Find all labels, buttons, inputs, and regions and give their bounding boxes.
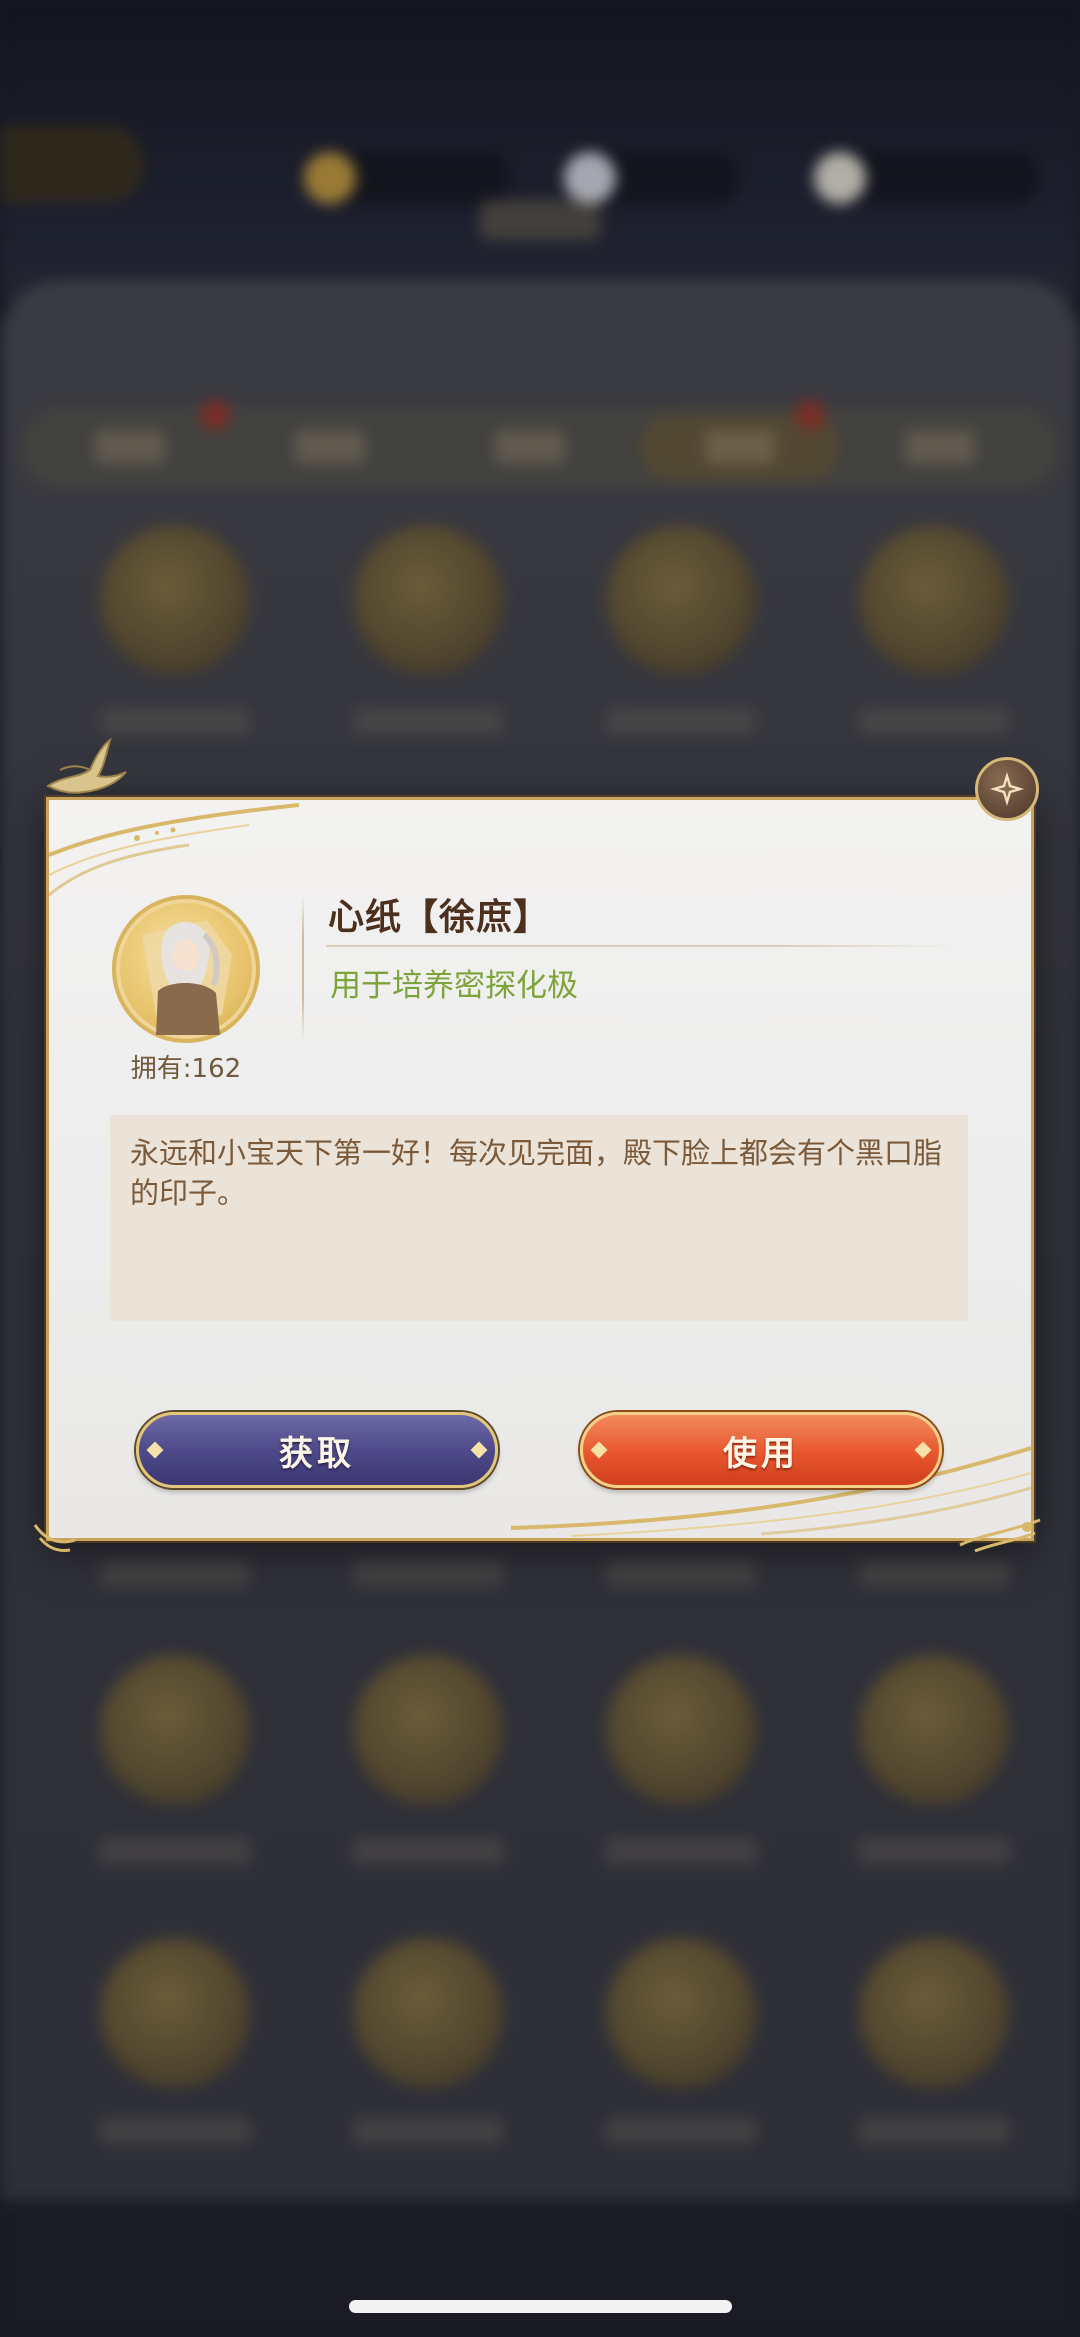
gem-icon xyxy=(470,1441,488,1459)
gem-icon xyxy=(914,1441,932,1459)
crane-icon xyxy=(46,737,127,794)
close-button[interactable] xyxy=(975,757,1039,821)
use-button-label: 使用 xyxy=(723,1433,799,1474)
corner-ornament-icon xyxy=(33,1524,76,1552)
horizontal-divider xyxy=(326,945,960,947)
acquire-button[interactable]: 获取 xyxy=(136,1412,498,1488)
corner-ornament-icon xyxy=(959,1518,1041,1553)
character-portrait-icon xyxy=(142,920,232,1035)
use-button[interactable]: 使用 xyxy=(580,1412,942,1488)
item-description-box: 永远和小宝天下第一好！每次见完面，殿下脸上都会有个黑口脂的印子。 xyxy=(110,1115,968,1321)
item-name: 心纸【徐庶】 xyxy=(328,897,551,938)
item-description: 永远和小宝天下第一好！每次见完面，殿下脸上都会有个黑口脂的印子。 xyxy=(130,1136,943,1210)
gem-icon xyxy=(590,1441,608,1459)
item-portrait xyxy=(112,895,260,1043)
home-indicator[interactable] xyxy=(349,2300,732,2313)
item-usage: 用于培养密探化极 xyxy=(330,968,578,1004)
owned-count: 拥有:162 xyxy=(130,1054,242,1084)
gem-icon xyxy=(146,1441,164,1459)
acquire-button-label: 获取 xyxy=(279,1433,355,1474)
close-icon xyxy=(990,772,1024,806)
vertical-divider xyxy=(302,893,304,1041)
